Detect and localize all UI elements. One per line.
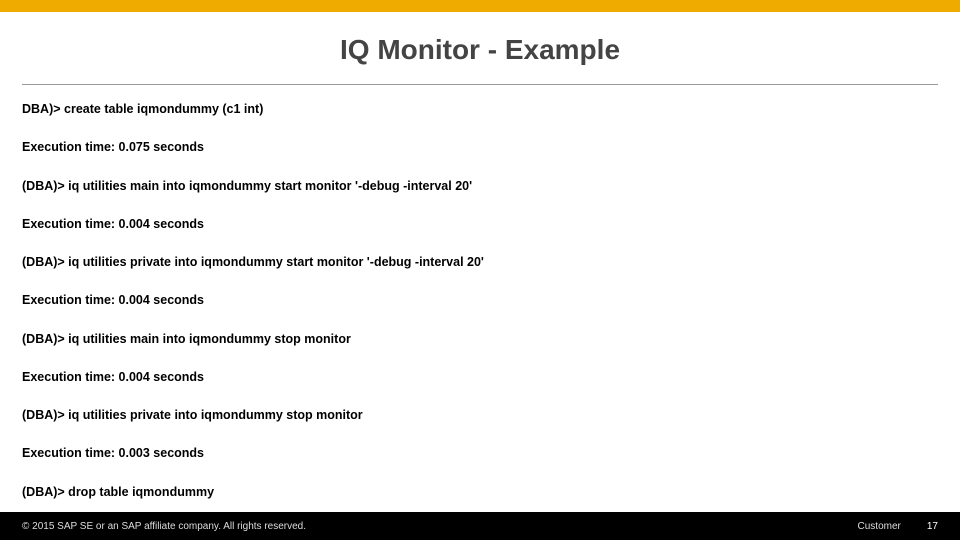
accent-bar: [0, 0, 960, 12]
footer-right: Customer 17: [858, 521, 938, 532]
code-line: Execution time: 0.075 seconds: [22, 139, 938, 155]
code-line: Execution time: 0.003 seconds: [22, 445, 938, 461]
code-line: Execution time: 0.004 seconds: [22, 369, 938, 385]
slide: IQ Monitor - Example DBA)> create table …: [0, 0, 960, 540]
footer-audience: Customer: [858, 521, 901, 532]
code-line: Execution time: 0.004 seconds: [22, 216, 938, 232]
code-line: (DBA)> drop table iqmondummy: [22, 484, 938, 500]
footer: © 2015 SAP SE or an SAP affiliate compan…: [0, 512, 960, 540]
body-content: DBA)> create table iqmondummy (c1 int) E…: [0, 85, 960, 512]
code-line: DBA)> create table iqmondummy (c1 int): [22, 101, 938, 117]
code-line: (DBA)> iq utilities private into iqmondu…: [22, 407, 938, 423]
page-title: IQ Monitor - Example: [40, 34, 920, 66]
code-line: (DBA)> iq utilities main into iqmondummy…: [22, 178, 938, 194]
code-line: (DBA)> iq utilities main into iqmondummy…: [22, 331, 938, 347]
code-line: Execution time: 0.004 seconds: [22, 292, 938, 308]
page-number: 17: [927, 521, 938, 532]
title-area: IQ Monitor - Example: [0, 12, 960, 76]
code-line: (DBA)> iq utilities private into iqmondu…: [22, 254, 938, 270]
footer-copyright: © 2015 SAP SE or an SAP affiliate compan…: [22, 521, 306, 532]
